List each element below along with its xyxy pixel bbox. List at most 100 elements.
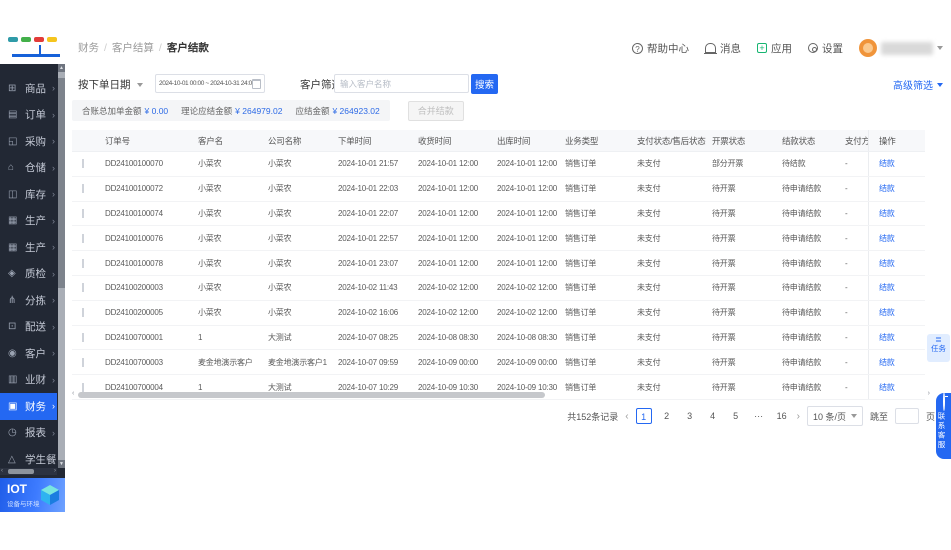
cell-pay-method: - bbox=[845, 357, 848, 367]
row-checkbox[interactable] bbox=[82, 308, 84, 318]
row-checkbox[interactable] bbox=[82, 233, 84, 243]
sidebar-item-sorting[interactable]: ⋔ 分拣 › bbox=[0, 287, 57, 314]
sidebar-item-customer[interactable]: ◉ 客户 › bbox=[0, 340, 57, 367]
jump-page-input[interactable] bbox=[894, 408, 919, 424]
next-page-icon[interactable]: › bbox=[797, 411, 800, 422]
iot-title: IOT bbox=[7, 482, 27, 496]
support-chat-icon bbox=[942, 392, 945, 411]
scroll-right-icon[interactable]: › bbox=[54, 468, 56, 475]
task-float-button[interactable]: ≣ 任务 bbox=[927, 334, 950, 362]
page-ellipsis[interactable]: ··· bbox=[751, 408, 767, 424]
sidebar-scrollbar-thumb[interactable] bbox=[58, 78, 65, 288]
chevron-right-icon: › bbox=[52, 348, 55, 359]
settle-link[interactable]: 结款 bbox=[879, 357, 895, 368]
row-checkbox[interactable] bbox=[82, 258, 84, 268]
page-number-5[interactable]: 5 bbox=[728, 408, 744, 424]
advanced-filter-toggle[interactable]: 高级筛选 bbox=[893, 77, 943, 92]
sidebar-item-production-1[interactable]: ▦ 生产 › bbox=[0, 208, 57, 235]
cell-biz-type: 销售订单 bbox=[565, 233, 597, 243]
row-checkbox-cell bbox=[72, 233, 105, 243]
cell-settle-status: 待申请结款 bbox=[782, 332, 821, 342]
sidebar-item-inventory[interactable]: ◫ 库存 › bbox=[0, 181, 57, 208]
page-number-2[interactable]: 2 bbox=[659, 408, 675, 424]
page-number-4[interactable]: 4 bbox=[705, 408, 721, 424]
summary-amount: 应结金额 ¥ 264923.02 bbox=[295, 105, 379, 117]
date-type-select[interactable]: 按下单日期 bbox=[78, 77, 143, 92]
contact-support-button[interactable]: 联系客服 bbox=[936, 392, 951, 459]
page-size-select[interactable]: 10 条/页 bbox=[806, 406, 863, 426]
help-center-button[interactable]: ? 帮助中心 bbox=[632, 41, 689, 56]
cell-biz-type: 销售订单 bbox=[565, 308, 597, 318]
row-checkbox[interactable] bbox=[82, 159, 84, 169]
scroll-left-icon[interactable]: ‹ bbox=[72, 390, 74, 397]
row-checkbox[interactable] bbox=[82, 184, 84, 194]
sidebar-vertical-scrollbar[interactable]: ▲ ▼ bbox=[58, 64, 65, 468]
messages-button[interactable]: 消息 bbox=[704, 41, 741, 56]
sidebar-item-purchase[interactable]: ◱ 采购 › bbox=[0, 128, 57, 155]
chevron-right-icon: › bbox=[52, 83, 55, 94]
cell-outbound-time: 2024-10-01 12:00 bbox=[497, 159, 557, 169]
user-menu[interactable] bbox=[859, 39, 943, 57]
filter-row: 按下单日期 2024-10-01 00:00 ~ 2024-10-31 24:0… bbox=[78, 72, 951, 96]
scroll-up-icon[interactable]: ▲ bbox=[58, 64, 65, 72]
row-checkbox[interactable] bbox=[82, 208, 84, 218]
table-horizontal-scrollbar[interactable]: ‹ › bbox=[72, 390, 930, 399]
cell-invoice-status: 待开票 bbox=[712, 357, 736, 367]
sidebar-item-label: 仓储 bbox=[25, 162, 46, 175]
search-button[interactable]: 搜索 bbox=[471, 74, 498, 94]
cell-biz-type: 销售订单 bbox=[565, 258, 597, 268]
page-number-1[interactable]: 1 bbox=[635, 408, 652, 424]
sidebar-item-finance[interactable]: ▣ 财务 › bbox=[0, 393, 57, 420]
settle-link[interactable]: 结款 bbox=[879, 258, 895, 269]
cell-invoice-status: 待开票 bbox=[712, 258, 736, 268]
sidebar-item-orders[interactable]: ▤ 订单 › bbox=[0, 102, 57, 129]
settle-link[interactable]: 结款 bbox=[879, 208, 895, 219]
sidebar-item-quality[interactable]: ◈ 质检 › bbox=[0, 261, 57, 288]
cell-pay-method: - bbox=[845, 159, 848, 169]
cell-pay-status: 未支付 bbox=[637, 184, 661, 194]
settle-link[interactable]: 结款 bbox=[879, 332, 895, 343]
cell-pay-status: 未支付 bbox=[637, 258, 661, 268]
table-hscrollbar-thumb[interactable] bbox=[78, 392, 545, 398]
merge-settle-button[interactable]: 合并结款 bbox=[407, 100, 464, 121]
sidebar-hscrollbar-thumb[interactable] bbox=[8, 469, 34, 474]
page-number-16[interactable]: 16 bbox=[774, 408, 790, 424]
iot-banner[interactable]: IOT 设备与环境 bbox=[0, 478, 65, 512]
sidebar-horizontal-scrollbar[interactable]: ‹ › bbox=[0, 468, 57, 475]
production-icon: ▦ bbox=[8, 215, 18, 227]
scroll-down-icon[interactable]: ▼ bbox=[58, 460, 65, 468]
apps-button[interactable]: + 应用 bbox=[757, 41, 792, 56]
cell-customer: 小菜农 bbox=[198, 159, 222, 169]
sidebar-item-biz-finance[interactable]: ▥ 业财 › bbox=[0, 367, 57, 394]
row-checkbox[interactable] bbox=[82, 283, 84, 293]
settle-link[interactable]: 结款 bbox=[879, 158, 895, 169]
chevron-right-icon: › bbox=[52, 136, 55, 147]
breadcrumb-finance[interactable]: 财务 bbox=[78, 42, 99, 54]
scroll-right-icon[interactable]: › bbox=[928, 390, 930, 397]
settle-link[interactable]: 结款 bbox=[879, 183, 895, 194]
summary-amount: 理论应结金额 ¥ 264979.02 bbox=[181, 105, 282, 117]
row-checkbox[interactable] bbox=[82, 357, 84, 367]
prev-page-icon[interactable]: ‹ bbox=[625, 411, 628, 422]
customer-name-input[interactable] bbox=[334, 74, 469, 93]
sidebar-item-delivery[interactable]: ⊡ 配送 › bbox=[0, 314, 57, 341]
cell-customer: 小菜农 bbox=[198, 283, 222, 293]
row-checkbox[interactable] bbox=[82, 332, 84, 342]
settings-button[interactable]: 设置 bbox=[808, 41, 843, 56]
page-number-3[interactable]: 3 bbox=[682, 408, 698, 424]
cell-pay-status: 未支付 bbox=[637, 357, 661, 367]
settle-link[interactable]: 结款 bbox=[879, 307, 895, 318]
table-body: DD24100100070 小菜农 小菜农 2024-10-01 21:57 2024-… bbox=[72, 152, 925, 400]
summary-amount-label: 合账总加单金额 bbox=[82, 105, 142, 116]
breadcrumb-customer-settlement[interactable]: 客户结算 bbox=[112, 42, 154, 54]
bell-icon bbox=[704, 43, 717, 54]
date-range-input[interactable]: 2024-10-01 00:00 ~ 2024-10-31 24:00 bbox=[155, 74, 265, 93]
settle-link[interactable]: 结款 bbox=[879, 282, 895, 293]
settle-link[interactable]: 结款 bbox=[879, 233, 895, 244]
sidebar-item-goods[interactable]: ⊞ 商品 › bbox=[0, 75, 57, 102]
cell-company: 小菜农 bbox=[268, 283, 292, 293]
scroll-left-icon[interactable]: ‹ bbox=[1, 468, 3, 475]
sidebar-item-warehouse[interactable]: ⌂ 仓储 › bbox=[0, 155, 57, 182]
sidebar-item-production-2[interactable]: ▦ 生产 › bbox=[0, 234, 57, 261]
sidebar-item-reports[interactable]: ◷ 报表 › bbox=[0, 420, 57, 447]
